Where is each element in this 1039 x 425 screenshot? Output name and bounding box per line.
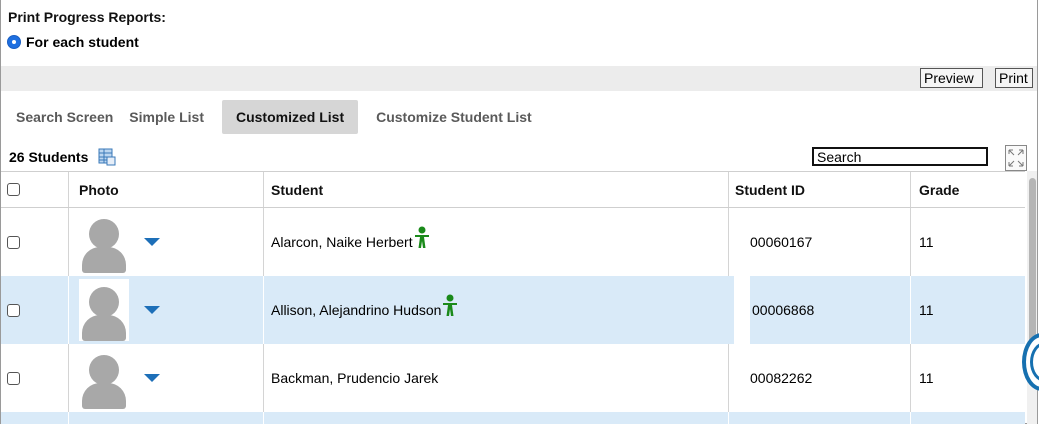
student-id: 00060167 — [750, 234, 813, 250]
tab-customize-student-list[interactable]: Customize Student List — [368, 100, 540, 134]
student-name[interactable]: Backman, Prudencio Jarek — [271, 370, 438, 386]
avatar[interactable] — [79, 347, 129, 409]
view-tabs: Search Screen Simple List Customized Lis… — [8, 100, 540, 134]
spreadsheet-icon[interactable] — [98, 148, 116, 166]
photo-cell — [79, 208, 160, 276]
column-header-student-id[interactable]: Student ID — [735, 172, 805, 207]
for-each-student-radio[interactable] — [7, 35, 21, 49]
student-name-cell: Allison, Alejandrino Hudson — [271, 276, 459, 344]
table-row[interactable]: Allison, Alejandrino Hudson 00006868 11 — [1, 276, 1025, 344]
tab-customized-list[interactable]: Customized List — [221, 100, 359, 134]
search-input[interactable] — [812, 147, 988, 166]
person-icon — [414, 226, 429, 248]
table-row[interactable]: Backman, Prudencio Jarek 00082262 11 — [1, 344, 1025, 412]
print-option-row[interactable]: For each student — [7, 34, 139, 50]
expand-icon[interactable] — [1005, 145, 1027, 171]
tab-simple-list[interactable]: Simple List — [121, 100, 212, 134]
avatar[interactable] — [79, 279, 129, 341]
table-row[interactable]: Alarcon, Naike Herbert 00060167 11 — [1, 208, 1025, 276]
table-header: Photo Student Student ID Grade — [1, 171, 1025, 208]
preview-button[interactable]: Preview — [920, 68, 983, 88]
toolbar — [1, 66, 1037, 91]
row-checkbox[interactable] — [7, 303, 20, 317]
tab-search-screen[interactable]: Search Screen — [8, 100, 121, 134]
grade: 11 — [919, 234, 934, 250]
student-id: 00082262 — [750, 370, 813, 386]
student-name-cell: Backman, Prudencio Jarek — [271, 344, 438, 412]
page-title: Print Progress Reports: — [8, 9, 166, 25]
student-count-row: 26 Students — [9, 148, 116, 166]
student-id: 00006868 — [752, 302, 815, 318]
radio-label: For each student — [26, 34, 139, 50]
chevron-down-icon[interactable] — [144, 238, 160, 246]
column-header-photo[interactable]: Photo — [79, 172, 119, 207]
photo-cell — [79, 276, 160, 344]
grade: 11 — [919, 302, 934, 318]
student-name[interactable]: Alarcon, Naike Herbert — [271, 234, 413, 250]
table-row[interactable] — [1, 412, 1025, 424]
chevron-down-icon[interactable] — [144, 374, 160, 382]
select-all-checkbox[interactable] — [7, 183, 20, 196]
avatar[interactable] — [79, 211, 129, 273]
student-count: 26 Students — [9, 149, 89, 165]
person-icon — [443, 294, 458, 316]
column-header-student[interactable]: Student — [271, 172, 323, 207]
chevron-down-icon[interactable] — [144, 306, 160, 314]
row-checkbox[interactable] — [7, 371, 20, 385]
print-button[interactable]: Print — [995, 68, 1033, 88]
select-all-cell — [7, 172, 20, 207]
student-name-cell: Alarcon, Naike Herbert — [271, 208, 431, 276]
column-header-grade[interactable]: Grade — [919, 172, 959, 207]
grade: 11 — [919, 370, 934, 386]
student-name[interactable]: Allison, Alejandrino Hudson — [271, 302, 441, 318]
row-checkbox[interactable] — [7, 235, 20, 249]
photo-cell — [79, 344, 160, 412]
